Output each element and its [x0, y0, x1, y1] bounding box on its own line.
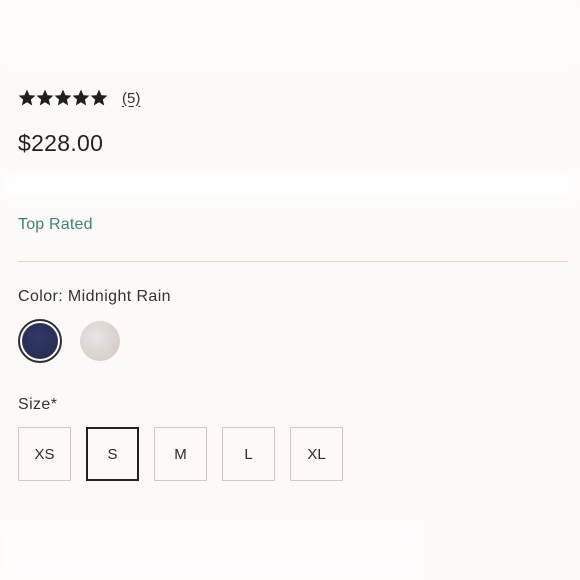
- swatch-light-grey[interactable]: [78, 319, 122, 363]
- star-rating: [18, 89, 108, 107]
- size-option-xs[interactable]: XS: [18, 427, 71, 481]
- top-rated-badge: Top Rated: [18, 216, 93, 233]
- color-swatches: [18, 319, 122, 363]
- blurred-footer-area: [0, 522, 420, 580]
- size-options: XS S M L XL: [18, 427, 343, 481]
- star-icon: [18, 89, 36, 107]
- swatch-light-grey-fill: [80, 321, 120, 361]
- size-option-m[interactable]: M: [154, 427, 207, 481]
- size-option-xl[interactable]: XL: [290, 427, 343, 481]
- product-detail-panel: (5) $228.00 Top Rated Color: Midnight Ra…: [0, 0, 580, 580]
- star-icon: [72, 89, 90, 107]
- rating-row: (5): [18, 86, 140, 110]
- swatch-midnight-rain-fill: [22, 323, 58, 359]
- color-label: Color: Midnight Rain: [18, 288, 171, 305]
- size-label: Size*: [18, 396, 58, 413]
- star-icon: [36, 89, 54, 107]
- section-divider: [18, 261, 568, 262]
- size-option-s[interactable]: S: [86, 427, 139, 481]
- size-option-l[interactable]: L: [222, 427, 275, 481]
- blurred-divider-band: [0, 170, 580, 200]
- blurred-header-area: [0, 0, 580, 66]
- swatch-midnight-rain[interactable]: [18, 319, 62, 363]
- review-count-link[interactable]: (5): [122, 90, 140, 107]
- star-icon: [90, 89, 108, 107]
- star-icon: [54, 89, 72, 107]
- product-price: $228.00: [18, 130, 104, 156]
